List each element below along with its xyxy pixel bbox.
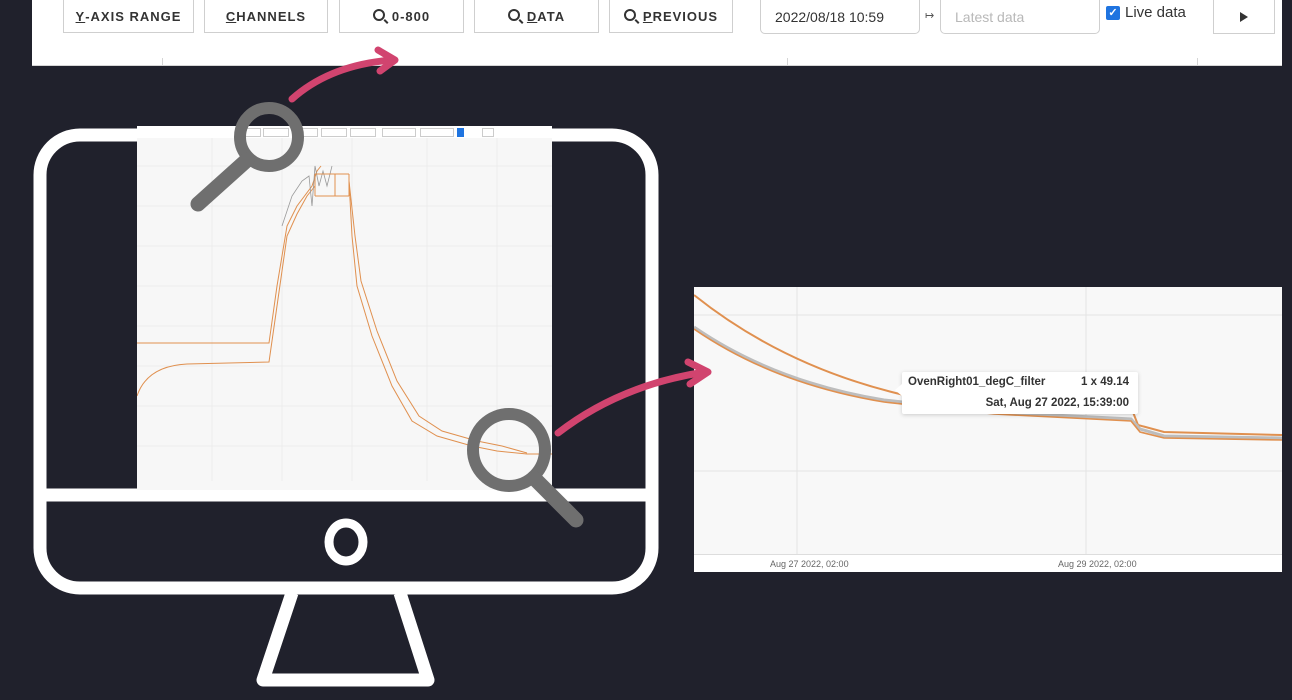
x-axis: Aug 27 2022, 02:00 Aug 29 2022, 02:00 xyxy=(694,554,1282,572)
x-tick-label: Aug 27 2022, 02:00 xyxy=(770,559,849,569)
monitor-illustration xyxy=(0,0,700,700)
magnifier-icon xyxy=(467,408,584,528)
zoomed-chart xyxy=(694,287,1282,554)
play-button[interactable] xyxy=(1213,0,1275,34)
tooltip-series-name: OvenRight01_degC_filter xyxy=(908,376,1046,388)
magnifier-icon xyxy=(190,102,304,212)
tooltip-timestamp: Sat, Aug 27 2022, 15:39:00 xyxy=(985,397,1129,409)
end-time-input[interactable]: Latest data xyxy=(940,0,1100,34)
grid-divider xyxy=(787,58,788,65)
grid-divider xyxy=(1197,58,1198,65)
live-data-toggle[interactable]: ✓ Live data xyxy=(1106,4,1186,21)
range-arrow-icon: ↦ xyxy=(925,10,935,22)
zoomed-chart-panel: OvenRight01_degC_filter 1 x 49.14 Sat, A… xyxy=(694,287,1282,572)
magnifier-layer xyxy=(190,102,584,528)
x-tick-label: Aug 29 2022, 02:00 xyxy=(1058,559,1137,569)
live-data-checkbox[interactable]: ✓ xyxy=(1106,5,1120,20)
start-time-input[interactable]: 2022/08/18 10:59 xyxy=(760,0,920,34)
play-icon xyxy=(1240,11,1248,22)
tooltip-value: 1 x 49.14 xyxy=(1081,376,1129,388)
live-data-label: Live data xyxy=(1125,4,1186,21)
chart-tooltip: OvenRight01_degC_filter 1 x 49.14 Sat, A… xyxy=(895,372,1138,414)
